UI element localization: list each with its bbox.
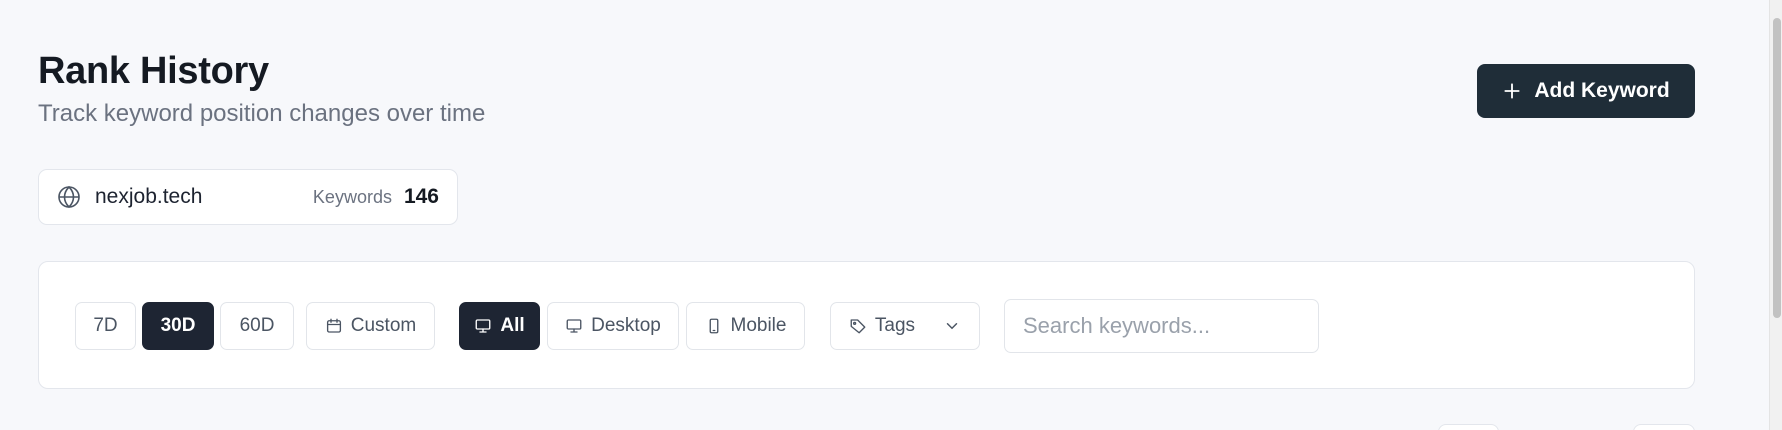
device-all-button[interactable]: All [459, 302, 540, 350]
custom-range-label: Custom [350, 315, 417, 336]
partial-control[interactable] [1633, 424, 1695, 430]
page-subtitle: Track keyword position changes over time [38, 100, 486, 127]
keywords-count: 146 [403, 185, 439, 208]
plus-icon [1504, 83, 1520, 99]
calendar-icon [326, 318, 341, 333]
partial-control[interactable] [1438, 424, 1499, 430]
filter-panel: 7D 30D 60D Custom All Desktop Mobile Tag… [38, 261, 1695, 389]
device-desktop-button[interactable]: Desktop [547, 302, 679, 350]
custom-range-button[interactable]: Custom [306, 302, 435, 350]
device-mobile-button[interactable]: Mobile [686, 302, 805, 350]
page-title: Rank History [38, 50, 269, 92]
monitor-icon [475, 319, 491, 333]
rank-history-page: Rank History Track keyword position chan… [0, 0, 1782, 430]
add-keyword-button[interactable]: Add Keyword [1477, 64, 1695, 118]
range-30d-button[interactable]: 30D [142, 302, 214, 350]
scrollbar-thumb[interactable] [1773, 18, 1781, 318]
tags-label: Tags [874, 315, 916, 336]
smartphone-icon [709, 318, 718, 334]
domain-name: nexjob.tech [95, 185, 203, 208]
range-7d-button[interactable]: 7D [75, 302, 136, 350]
search-keywords-input[interactable] [1004, 299, 1319, 353]
device-desktop-label: Desktop [591, 315, 661, 336]
device-all-label: All [500, 315, 525, 336]
device-mobile-label: Mobile [730, 315, 787, 336]
tags-dropdown[interactable]: Tags [830, 302, 980, 350]
keywords-label: Keywords [312, 186, 392, 207]
page-scrollbar[interactable] [1769, 0, 1782, 430]
domain-card: nexjob.tech Keywords 146 [38, 169, 458, 225]
globe-icon [57, 185, 81, 209]
monitor-icon [566, 319, 582, 333]
chevron-down-icon [946, 323, 958, 330]
range-60d-button[interactable]: 60D [220, 302, 294, 350]
tag-icon [850, 319, 866, 334]
add-keyword-label: Add Keyword [1534, 79, 1670, 102]
